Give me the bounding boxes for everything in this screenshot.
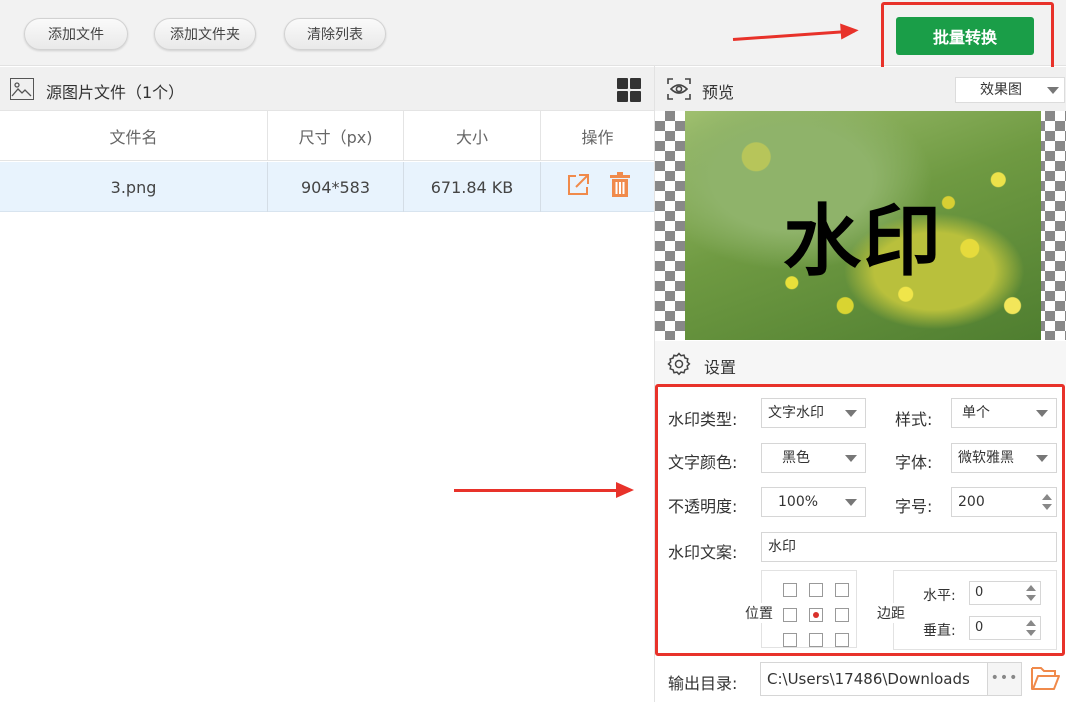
file-dimensions-cell: 904*583 xyxy=(268,162,404,212)
file-name-cell: 3.png xyxy=(0,162,268,212)
app-window: 添加文件 添加文件夹 清除列表 批量转换 源图片文件（1个） 文件名 尺寸（px… xyxy=(0,0,1066,702)
file-actions-cell xyxy=(541,162,654,212)
highlight-box xyxy=(655,384,1065,656)
output-dir-label: 输出目录: xyxy=(668,674,738,693)
table-row[interactable]: 3.png 904*583 671.84 KB xyxy=(0,162,654,212)
preview-header: 预览 效果图 xyxy=(655,67,1066,111)
settings-label: 设置 xyxy=(704,358,737,377)
column-header-size[interactable]: 大小 xyxy=(404,111,541,161)
preview-mode-value: 效果图 xyxy=(980,82,1022,98)
settings-header: 设置 xyxy=(655,341,1066,385)
column-header-dimensions[interactable]: 尺寸（px) xyxy=(268,111,404,161)
preview-canvas: 水印 xyxy=(655,111,1066,340)
file-table-header: 文件名 尺寸（px) 大小 操作 xyxy=(0,111,654,161)
folder-icon[interactable] xyxy=(1030,664,1060,696)
preview-eye-icon xyxy=(667,78,691,104)
column-header-name[interactable]: 文件名 xyxy=(0,111,268,161)
open-external-icon[interactable] xyxy=(565,172,591,202)
file-panel-title: 源图片文件（1个） xyxy=(46,83,185,102)
file-size-cell: 671.84 KB xyxy=(404,162,541,212)
output-dir-input[interactable]: C:\Users\17486\Downloads xyxy=(760,662,988,696)
preview-mode-select[interactable]: 效果图 xyxy=(955,77,1065,103)
browse-more-button[interactable]: ••• xyxy=(988,662,1022,696)
watermark-preview-text: 水印 xyxy=(782,197,943,287)
column-header-actions: 操作 xyxy=(581,128,614,147)
chevron-down-icon xyxy=(1047,87,1059,94)
image-icon xyxy=(10,78,34,100)
preview-label: 预览 xyxy=(702,83,735,102)
preview-image: 水印 xyxy=(685,111,1041,340)
gear-icon xyxy=(667,352,691,380)
add-folder-button[interactable]: 添加文件夹 xyxy=(154,18,256,50)
annotation-arrow xyxy=(454,482,634,498)
add-file-button[interactable]: 添加文件 xyxy=(24,18,128,50)
file-panel-header: 源图片文件（1个） xyxy=(0,67,654,111)
highlight-box xyxy=(881,2,1054,71)
delete-icon[interactable] xyxy=(609,172,631,202)
grid-view-icon[interactable] xyxy=(617,78,641,102)
clear-list-button[interactable]: 清除列表 xyxy=(284,18,386,50)
